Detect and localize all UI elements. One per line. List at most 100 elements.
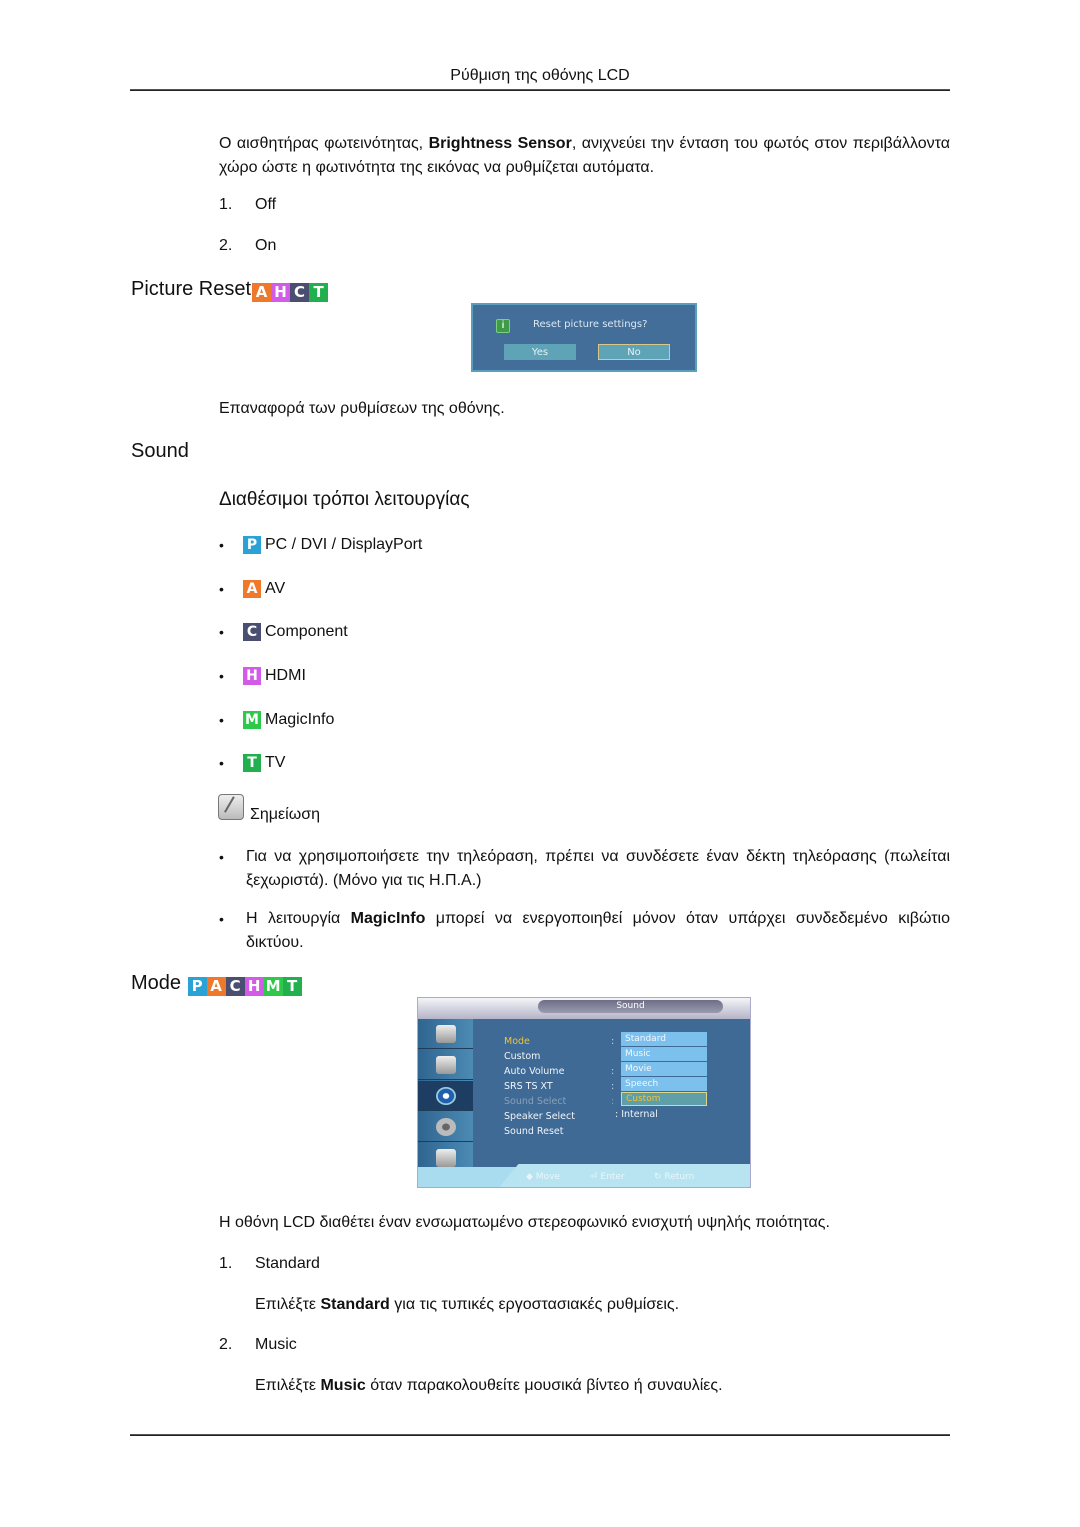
badge-t-icon: T	[243, 754, 261, 772]
list-number: 2.	[219, 237, 233, 254]
heading-text: Picture Reset	[131, 278, 252, 300]
nav-return-label: Return	[664, 1172, 695, 1182]
nav-move: ◆ Move	[526, 1172, 560, 1182]
bullet: •	[219, 849, 224, 865]
no-button[interactable]: No	[598, 344, 670, 360]
source-label: Component	[265, 623, 348, 640]
badge-a-icon: A	[206, 977, 226, 996]
source-label: PC / DVI / DisplayPort	[265, 536, 423, 553]
option-label: Off	[255, 196, 277, 213]
term: Standard	[320, 1296, 390, 1313]
footer-rule	[130, 1434, 950, 1436]
bullet: •	[219, 755, 224, 771]
speaker-select-value: : Internal	[615, 1109, 658, 1120]
mode-heading: Mode PACHMT	[131, 972, 302, 996]
dropdown-option[interactable]: Speech	[621, 1077, 707, 1091]
badge-t-icon: T	[282, 977, 302, 996]
setup-icon[interactable]	[418, 1112, 473, 1142]
picture-reset-description: Επαναφορά των ρυθμίσεων της οθόνης.	[219, 400, 505, 417]
source-label: AV	[265, 580, 286, 597]
magicinfo-term: MagicInfo	[350, 910, 426, 927]
text: Ο αισθητήρας φωτεινότητας,	[219, 135, 429, 152]
source-item: • M MagicInfo	[219, 709, 334, 731]
osd-menu-item[interactable]: SRS TS XT	[504, 1079, 575, 1094]
nav-return: ↻ Return	[654, 1172, 695, 1182]
bullet: •	[219, 712, 224, 728]
note-icon	[218, 794, 244, 820]
dialog-message: Reset picture settings?	[533, 319, 648, 330]
nav-move-label: Move	[535, 1172, 560, 1182]
brightness-sensor-term: Brightness Sensor	[428, 135, 572, 152]
source-label: HDMI	[265, 667, 306, 684]
bullet: •	[219, 581, 224, 597]
badge-p-icon: P	[187, 977, 207, 996]
osd-menu-item[interactable]: Sound Reset	[504, 1124, 575, 1139]
page-header-title: Ρύθμιση της οθόνης LCD	[450, 67, 630, 84]
source-label: MagicInfo	[265, 711, 335, 728]
source-item: • H HDMI	[219, 665, 306, 687]
list-number: 2.	[219, 1336, 233, 1353]
bullet: •	[219, 668, 224, 684]
badge-a-icon: A	[252, 283, 272, 302]
item-label: Music	[255, 1336, 297, 1353]
mode-item-music-desc: Επιλέξτε Music όταν παρακολουθείτε μουσι…	[255, 1377, 723, 1395]
badge-m-icon: M	[263, 977, 283, 996]
osd-sidebar	[418, 1019, 473, 1175]
picture-icon[interactable]	[418, 1050, 473, 1080]
mode-item-music: 2. Music	[219, 1336, 297, 1354]
nav-enter: ⏎ Enter	[590, 1172, 625, 1182]
list-number: 1.	[219, 1255, 233, 1272]
available-modes-subheading: Διαθέσιμοι τρόποι λειτουργίας	[219, 489, 470, 510]
note-label: Σημείωση	[250, 806, 320, 823]
osd-menu-item[interactable]: Speaker Select	[504, 1109, 575, 1124]
mode-badges: AHCT	[252, 283, 329, 302]
badge-c-icon: C	[225, 977, 245, 996]
option-label: On	[255, 237, 277, 254]
mode-badges: PACHMT	[187, 977, 302, 996]
badge-t-icon: T	[309, 283, 329, 302]
note-text: Για να χρησιμοποιήσετε την τηλεόραση, πρ…	[246, 848, 950, 889]
badge-p-icon: P	[243, 536, 261, 554]
source-item: • A AV	[219, 578, 285, 600]
dropdown-option[interactable]: Custom	[621, 1092, 707, 1106]
heading-text: Mode	[131, 972, 182, 994]
osd-menu-item[interactable]: Sound Select	[504, 1094, 575, 1109]
osd-nav-bar	[418, 1164, 750, 1187]
input-icon[interactable]	[418, 1019, 473, 1049]
osd-menu-item[interactable]: Custom	[504, 1049, 575, 1064]
osd-menu-list: Mode Custom Auto Volume SRS TS XT Sound Sele…	[504, 1034, 575, 1139]
bullet: •	[219, 911, 224, 927]
source-item: • T TV	[219, 752, 285, 774]
term: Music	[320, 1377, 366, 1394]
dropdown-option[interactable]: Music	[621, 1047, 707, 1061]
brightness-option-on: 2. On	[219, 237, 276, 255]
text: Η λειτουργία	[246, 910, 351, 927]
reset-picture-dialog: i Reset picture settings? Yes No	[471, 303, 697, 372]
note-item: • Η λειτουργία MagicInfo μπορεί να ενεργ…	[219, 907, 950, 955]
source-item: • C Component	[219, 621, 348, 643]
osd-colons: ::::	[611, 1036, 615, 1107]
text: όταν παρακολουθείτε μουσικά βίντεο ή συν…	[365, 1377, 723, 1394]
badge-h-icon: H	[244, 977, 264, 996]
bullet: •	[219, 624, 224, 640]
sound-heading: Sound	[131, 440, 189, 462]
osd-menu-item[interactable]: Mode	[504, 1034, 575, 1049]
yes-button[interactable]: Yes	[504, 344, 576, 360]
info-icon: i	[496, 319, 510, 333]
osd-menu-item[interactable]: Auto Volume	[504, 1064, 575, 1079]
sound-icon[interactable]	[418, 1081, 473, 1111]
mode-dropdown: Standard Music Movie Speech Custom	[621, 1032, 707, 1107]
source-item: • P PC / DVI / DisplayPort	[219, 534, 422, 556]
badge-h-icon: H	[243, 667, 261, 685]
dropdown-option[interactable]: Movie	[621, 1062, 707, 1076]
note-item: • Για να χρησιμοποιήσετε την τηλεόραση, …	[219, 845, 950, 893]
mode-item-standard: 1. Standard	[219, 1255, 320, 1273]
brightness-sensor-paragraph: Ο αισθητήρας φωτεινότητας, Brightness Se…	[219, 132, 950, 180]
list-number: 1.	[219, 196, 233, 213]
mode-description: Η οθόνη LCD διαθέτει έναν ενσωματωμένο σ…	[219, 1214, 830, 1231]
item-label: Standard	[255, 1255, 320, 1272]
dropdown-option[interactable]: Standard	[621, 1032, 707, 1046]
badge-h-icon: H	[271, 283, 291, 302]
sound-osd-menu: Sound Mode Custom Auto Volume SRS TS XT Soun…	[417, 997, 751, 1188]
header-rule	[130, 89, 950, 91]
